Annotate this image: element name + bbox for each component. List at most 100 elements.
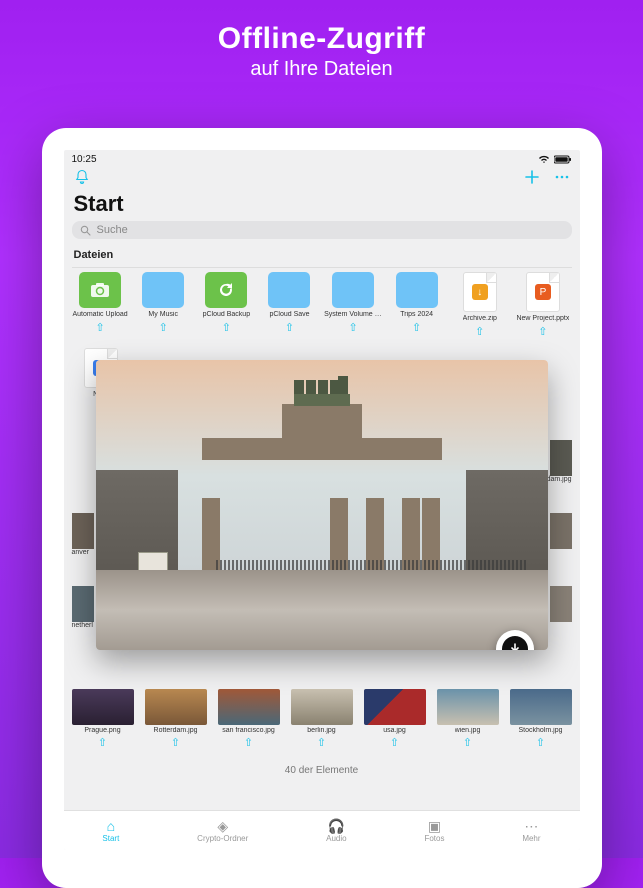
status-bar: 10:25 <box>64 150 580 167</box>
tablet-frame: 10:25 Start <box>42 128 602 888</box>
folder-system-volume[interactable]: System Volume Inf... ⇧ <box>324 272 382 338</box>
notifications-icon[interactable] <box>74 169 90 185</box>
image-thumbnail <box>291 689 353 725</box>
share-icon[interactable]: ⇧ <box>244 736 253 749</box>
tab-label: Fotos <box>424 834 444 843</box>
thumb-berlin[interactable]: berlin.jpg ⇧ <box>291 689 353 749</box>
app-screen: 10:25 Start <box>64 150 580 850</box>
more-icon: ⋯ <box>524 819 538 833</box>
thumb-label: usa.jpg <box>383 727 406 734</box>
tab-crypto[interactable]: ◈ Crypto-Ordner <box>197 819 248 843</box>
folder-icon <box>268 272 310 308</box>
tab-label: Mehr <box>522 834 540 843</box>
battery-icon <box>554 155 572 164</box>
tab-bar: ⌂ Start ◈ Crypto-Ordner 🎧 Audio ▣ Fotos … <box>64 810 580 850</box>
download-icon <box>502 636 528 650</box>
folder-pcloud-backup[interactable]: pCloud Backup ⇧ <box>198 272 255 338</box>
file-archive-zip[interactable]: ↓ Archive.zip ⇧ <box>451 272 508 338</box>
wifi-icon <box>538 155 550 164</box>
share-icon[interactable]: ⇧ <box>317 736 326 749</box>
file-new-project-pptx[interactable]: P New Project.pptx ⇧ <box>514 272 571 338</box>
share-icon[interactable]: ⇧ <box>475 325 484 338</box>
thumb-prague[interactable]: Prague.png ⇧ <box>72 689 134 749</box>
search-icon <box>80 225 91 236</box>
thumb-stockholm[interactable]: Stockholm.jpg ⇧ <box>510 689 572 749</box>
share-icon[interactable]: ⇧ <box>463 736 472 749</box>
tab-label: Audio <box>326 834 346 843</box>
share-icon[interactable]: ⇧ <box>95 321 104 334</box>
tab-label: Start <box>102 834 119 843</box>
headphones-icon: 🎧 <box>328 819 345 833</box>
image-preview-overlay[interactable] <box>96 360 548 650</box>
image-thumbnail <box>72 689 134 725</box>
share-icon[interactable]: ⇧ <box>390 736 399 749</box>
promo-subtitle: auf Ihre Dateien <box>0 58 643 81</box>
folder-automatic-upload[interactable]: Automatic Upload ⇧ <box>72 272 129 338</box>
thumb-usa[interactable]: usa.jpg ⇧ <box>364 689 426 749</box>
folder-icon <box>142 272 184 308</box>
file-label: New Project.pptx <box>516 315 569 322</box>
thumb-label: wien.jpg <box>455 727 481 734</box>
tab-audio[interactable]: 🎧 Audio <box>326 819 346 843</box>
thumb-rotterdam[interactable]: Rotterdam.jpg ⇧ <box>145 689 207 749</box>
pptx-file-icon: P <box>526 272 560 312</box>
image-thumbnail <box>437 689 499 725</box>
thumb-label: anver <box>72 549 94 556</box>
share-icon[interactable]: ⇧ <box>222 321 231 334</box>
folder-label: System Volume Inf... <box>324 311 382 318</box>
share-icon[interactable]: ⇧ <box>159 321 168 334</box>
tab-mehr[interactable]: ⋯ Mehr <box>522 819 540 843</box>
share-icon[interactable]: ⇧ <box>412 321 421 334</box>
thumb-san-francisco[interactable]: san francisco.jpg ⇧ <box>218 689 280 749</box>
folder-pcloud-save[interactable]: pCloud Save ⇧ <box>261 272 318 338</box>
thumb-label: Prague.png <box>84 727 120 734</box>
share-icon[interactable]: ⇧ <box>536 736 545 749</box>
thumb-label: berlin.jpg <box>307 727 335 734</box>
share-icon[interactable]: ⇧ <box>171 736 180 749</box>
image-thumbnail <box>364 689 426 725</box>
share-icon[interactable]: ⇧ <box>98 736 107 749</box>
add-button[interactable] <box>524 169 540 185</box>
folder-label: Automatic Upload <box>72 311 127 318</box>
divider <box>72 267 572 268</box>
tab-label: Crypto-Ordner <box>197 834 248 843</box>
share-icon[interactable]: ⇧ <box>348 321 357 334</box>
more-icon[interactable] <box>554 169 570 185</box>
backup-folder-icon <box>205 272 247 308</box>
folder-my-music[interactable]: My Music ⇧ <box>135 272 192 338</box>
search-placeholder: Suche <box>97 224 128 236</box>
folder-icon <box>396 272 438 308</box>
promo-banner: Offline-Zugriff auf Ihre Dateien <box>0 0 643 81</box>
thumb-label: Stockholm.jpg <box>519 727 563 734</box>
image-thumbnail <box>218 689 280 725</box>
folder-icon <box>332 272 374 308</box>
thumbnail-row: Prague.png ⇧ Rotterdam.jpg ⇧ san francis… <box>64 683 580 755</box>
folder-label: pCloud Backup <box>203 311 250 318</box>
share-icon[interactable]: ⇧ <box>285 321 294 334</box>
folder-label: Trips 2024 <box>400 311 433 318</box>
share-icon[interactable]: ⇧ <box>538 325 547 338</box>
files-grid: Automatic Upload ⇧ My Music ⇧ pCloud Bac… <box>64 272 580 338</box>
status-time: 10:25 <box>72 154 97 165</box>
thumb-label: Rotterdam.jpg <box>154 727 198 734</box>
folder-label: My Music <box>148 311 178 318</box>
thumb-label: netherl <box>72 622 94 629</box>
item-count: 40 der Elemente <box>64 755 580 778</box>
image-thumbnail <box>510 689 572 725</box>
folder-trips-2024[interactable]: Trips 2024 ⇧ <box>388 272 445 338</box>
image-thumbnail <box>145 689 207 725</box>
tab-fotos[interactable]: ▣ Fotos <box>424 819 444 843</box>
search-input[interactable]: Suche <box>72 221 572 239</box>
shield-icon: ◈ <box>217 819 228 833</box>
top-bar <box>64 167 580 189</box>
home-icon: ⌂ <box>107 819 115 833</box>
page-title: Start <box>64 189 580 221</box>
zip-file-icon: ↓ <box>463 272 497 312</box>
file-label: Archive.zip <box>463 315 497 322</box>
section-files-label: Dateien <box>64 245 580 267</box>
thumb-wien[interactable]: wien.jpg ⇧ <box>437 689 499 749</box>
tab-start[interactable]: ⌂ Start <box>102 819 119 843</box>
photos-icon: ▣ <box>428 819 441 833</box>
folder-label: pCloud Save <box>269 311 309 318</box>
thumb-label: dam.jpg <box>547 476 572 483</box>
